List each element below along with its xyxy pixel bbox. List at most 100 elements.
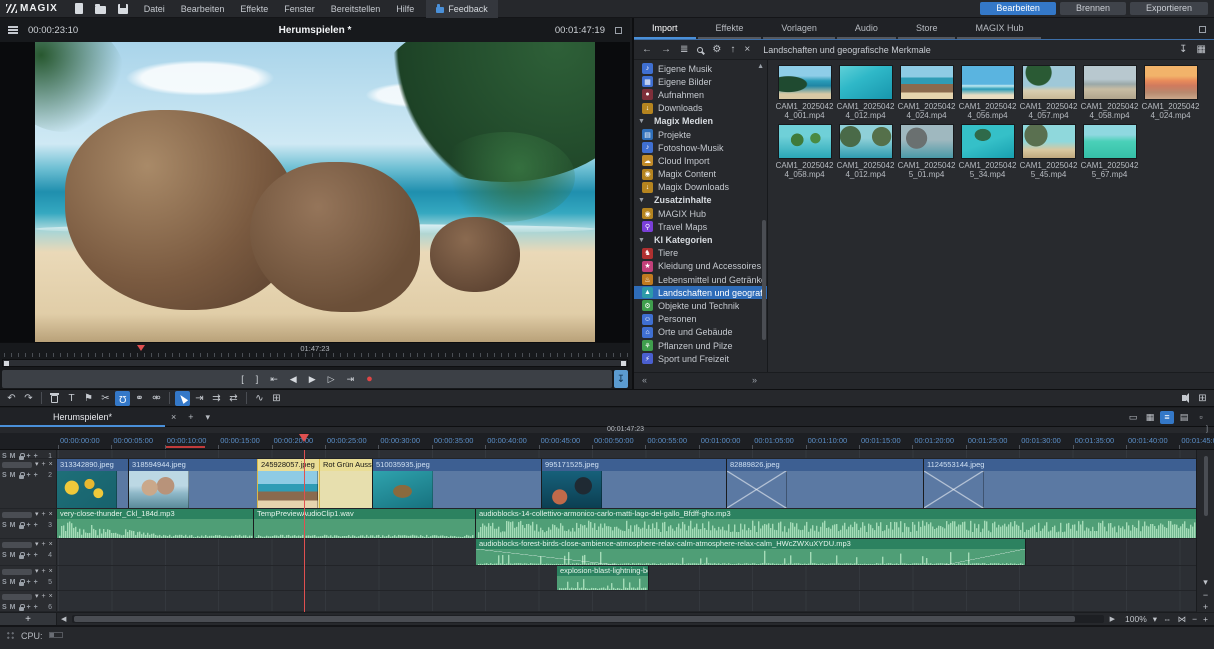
save-project-button[interactable] bbox=[114, 2, 132, 16]
import-button[interactable]: ↧ bbox=[1179, 44, 1187, 55]
timeline-clip[interactable]: 318594944.jpeg bbox=[129, 459, 258, 508]
playhead-line[interactable] bbox=[304, 450, 305, 612]
track-solo-button[interactable]: S bbox=[2, 453, 7, 460]
track-size-button[interactable]: + bbox=[34, 579, 38, 586]
scroll-right-icon[interactable]: ▶ bbox=[1106, 615, 1119, 623]
track-add-icon[interactable]: + bbox=[42, 511, 46, 519]
timeline-clip[interactable]: 995171525.jpeg bbox=[542, 459, 727, 508]
detach-button[interactable]: ▫ bbox=[1194, 411, 1208, 424]
sidebar-item-magix-content[interactable]: ◉Magix Content bbox=[634, 168, 767, 181]
menu-item-effekte[interactable]: Effekte bbox=[232, 2, 276, 16]
track-content[interactable] bbox=[57, 450, 1196, 458]
track-size-button[interactable]: + bbox=[27, 453, 31, 460]
preview-ruler[interactable]: 01:47:23 bbox=[0, 342, 630, 357]
track-lock-icon[interactable] bbox=[19, 582, 24, 586]
import-to-timeline-button[interactable]: ↧ bbox=[614, 370, 628, 388]
media-file-item[interactable]: CAM1_20250424_057.mp4 bbox=[1018, 65, 1079, 120]
track-menu-icon[interactable]: ▾ bbox=[35, 461, 39, 469]
tab-store[interactable]: Store bbox=[898, 19, 956, 39]
media-file-item[interactable]: CAM1_20250425_34.mp4 bbox=[957, 124, 1018, 179]
track-close-icon[interactable]: × bbox=[49, 461, 53, 469]
fit-range-icon[interactable]: ⋈ bbox=[1178, 614, 1187, 625]
track-solo-button[interactable]: S bbox=[2, 604, 7, 611]
media-file-item[interactable]: CAM1_20250424_024.mp4 bbox=[1140, 65, 1201, 120]
sidebar-item-magix-hub[interactable]: ◉MAGIX Hub bbox=[634, 207, 767, 220]
vertical-scrollbar[interactable] bbox=[1204, 456, 1208, 516]
horizontal-scrollbar-thumb[interactable] bbox=[74, 616, 1074, 622]
open-project-button[interactable] bbox=[92, 2, 110, 16]
track-mute-button[interactable]: M bbox=[10, 453, 16, 460]
track-name-box[interactable] bbox=[2, 512, 32, 518]
record-button[interactable]: ● bbox=[366, 374, 373, 384]
timeline-clip[interactable]: audioblocks-forest-birds-close-ambience-… bbox=[476, 539, 1026, 565]
grid-view-button[interactable]: ▦ bbox=[1143, 411, 1157, 424]
redo-button[interactable]: ↷ bbox=[21, 391, 36, 406]
back-button[interactable]: ← bbox=[642, 44, 652, 55]
track-mute-button[interactable]: M bbox=[10, 579, 16, 586]
track-size-button[interactable]: + bbox=[34, 604, 38, 611]
track-name-box[interactable] bbox=[2, 594, 32, 600]
sidebar-item-magix-medien[interactable]: ▼Magix Medien bbox=[634, 115, 767, 128]
track-content[interactable]: very-close-thunder_Ckl_184d.mp3TempPrevi… bbox=[57, 509, 1196, 538]
timeline-clip[interactable]: Rot Grün Ausschnitt We... bbox=[320, 459, 373, 508]
hamburger-menu-icon[interactable] bbox=[8, 26, 18, 34]
track-close-icon[interactable]: × bbox=[49, 511, 53, 519]
track-content[interactable]: explosion-blast-lightning-bolt... bbox=[57, 566, 1196, 590]
track-menu-icon[interactable]: ▾ bbox=[35, 511, 39, 519]
scrub-handle-right[interactable] bbox=[621, 361, 626, 366]
sidebar-item-downloads[interactable]: ↓Downloads bbox=[634, 102, 767, 115]
track-add-icon[interactable]: + bbox=[42, 593, 46, 601]
object-grid-button[interactable]: ⊞ bbox=[269, 391, 284, 406]
add-project-tab-icon[interactable]: + bbox=[182, 412, 199, 422]
scrub-handle-left[interactable] bbox=[4, 361, 9, 366]
sidebar-item-cloud-import[interactable]: ☁Cloud Import bbox=[634, 154, 767, 167]
sidebar-item-ki-kategorien[interactable]: ▼KI Kategorien bbox=[634, 233, 767, 246]
zoom-menu-icon[interactable]: ▾ bbox=[1153, 614, 1157, 625]
track-zoom-out-button[interactable]: − bbox=[1199, 589, 1212, 600]
sidebar-item-personen[interactable]: ☺Personen bbox=[634, 313, 767, 326]
search-button[interactable] bbox=[697, 47, 703, 53]
timeline-clip[interactable]: 82889826.jpeg bbox=[727, 459, 924, 508]
track-close-icon[interactable]: × bbox=[49, 541, 53, 549]
mode-button-exportieren[interactable]: Exportieren bbox=[1130, 2, 1208, 15]
mouse-stretch-button[interactable]: ⇄ bbox=[226, 391, 241, 406]
sidebar-item-landschaften-und-geografisch-[interactable]: ▲Landschaften und geografisch... bbox=[634, 286, 767, 299]
media-file-item[interactable]: CAM1_20250424_012.mp4 bbox=[835, 124, 896, 179]
media-file-item[interactable]: CAM1_20250424_012.mp4 bbox=[835, 65, 896, 120]
track-name-box[interactable] bbox=[2, 569, 32, 575]
track-lock-icon[interactable] bbox=[19, 555, 24, 559]
up-button[interactable]: ↑ bbox=[730, 44, 735, 55]
detach-pool-icon[interactable] bbox=[1199, 26, 1206, 33]
jump-end-button[interactable]: ⇥ bbox=[347, 374, 355, 384]
chevron-down-icon[interactable]: ▼ bbox=[638, 118, 649, 125]
close-project-tab-icon[interactable]: × bbox=[165, 412, 182, 422]
sidebar-item-eigene-bilder[interactable]: ▦Eigene Bilder bbox=[634, 75, 767, 88]
forward-button[interactable]: → bbox=[661, 44, 671, 55]
timeline-clip[interactable]: audioblocks-14-collettivo-armonico-carlo… bbox=[476, 509, 1196, 538]
trash-button[interactable] bbox=[47, 391, 62, 406]
range-out-button[interactable]: ] bbox=[256, 374, 259, 384]
media-file-item[interactable]: CAM1_20250424_056.mp4 bbox=[957, 65, 1018, 120]
tab-magix-hub[interactable]: MAGIX Hub bbox=[957, 19, 1041, 39]
track-zoom-in-button[interactable]: + bbox=[1199, 601, 1212, 612]
media-file-item[interactable]: CAM1_20250424_024.mp4 bbox=[896, 65, 957, 120]
media-file-item[interactable]: CAM1_20250425_67.mp4 bbox=[1079, 124, 1140, 179]
sidebar-item-aufnahmen[interactable]: ●Aufnahmen bbox=[634, 88, 767, 101]
menu-item-fenster[interactable]: Fenster bbox=[276, 2, 323, 16]
tree-scroll-up-icon[interactable]: ▲ bbox=[757, 63, 764, 70]
track-size-button[interactable]: + bbox=[34, 453, 38, 460]
marker-button[interactable]: ⚑ bbox=[81, 391, 96, 406]
track-lock-icon[interactable] bbox=[19, 607, 24, 611]
timeline-clip[interactable]: TempPreviewAudioClip1.wav bbox=[254, 509, 476, 538]
track-size-button[interactable]: + bbox=[34, 522, 38, 529]
track-solo-button[interactable]: S bbox=[2, 522, 7, 529]
close-button[interactable]: × bbox=[744, 44, 750, 55]
timeline-project-tab[interactable]: Herumspielen* bbox=[0, 408, 165, 427]
add-track-button[interactable]: + bbox=[0, 613, 57, 626]
preview-monitor-button[interactable]: ▭ bbox=[1126, 411, 1140, 424]
sidebar-item-eigene-musik[interactable]: ♪Eigene Musik bbox=[634, 62, 767, 75]
timeline-clip[interactable]: 510035935.jpeg bbox=[373, 459, 542, 508]
mouse-all-button[interactable]: ⇉ bbox=[209, 391, 224, 406]
tab-effekte[interactable]: Effekte bbox=[698, 19, 762, 39]
track-mute-button[interactable]: M bbox=[10, 522, 16, 529]
